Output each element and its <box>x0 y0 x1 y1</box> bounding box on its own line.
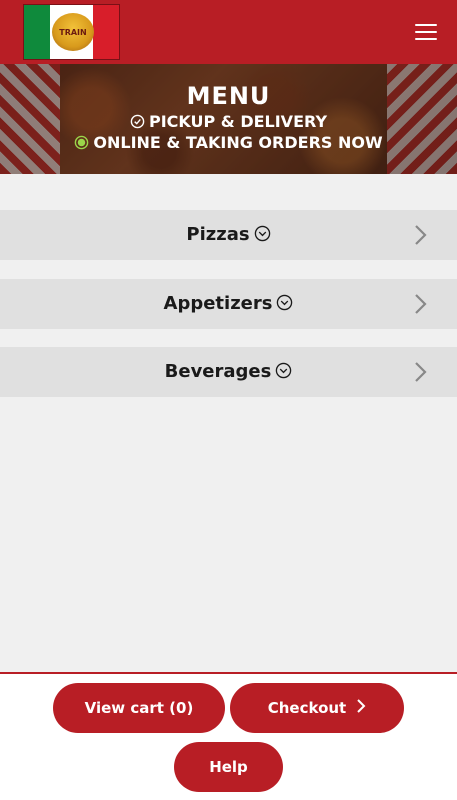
hamburger-menu-icon[interactable] <box>415 24 437 40</box>
check-circle-icon <box>130 114 145 133</box>
view-cart-button[interactable]: View cart (0) <box>53 683 225 733</box>
category-label: Beverages <box>164 361 272 382</box>
page-title: MENU <box>186 82 271 110</box>
checkout-button[interactable]: Checkout <box>230 683 404 733</box>
view-cart-label: View cart (0) <box>84 699 194 717</box>
flag-green-stripe <box>24 5 50 59</box>
category-label: Appetizers <box>163 293 273 314</box>
help-label: Help <box>209 758 248 776</box>
top-header: TRAIN <box>0 0 457 64</box>
category-pizzas[interactable]: Pizzas <box>0 210 457 260</box>
flag-white-stripe: TRAIN <box>50 5 94 59</box>
restaurant-logo[interactable]: TRAIN <box>23 4 120 60</box>
chevron-right-icon <box>415 225 427 245</box>
chevron-right-icon <box>356 698 366 718</box>
chevron-right-icon <box>415 294 427 314</box>
chevron-down-circle-icon <box>276 294 293 316</box>
pickup-delivery-text: PICKUP & DELIVERY <box>148 112 328 131</box>
online-status-dot-icon <box>74 135 89 154</box>
chevron-down-circle-icon <box>254 225 271 247</box>
checkout-label: Checkout <box>267 699 347 717</box>
category-label: Pizzas <box>186 224 250 245</box>
online-status-text: ONLINE & TAKING ORDERS NOW <box>93 133 383 152</box>
online-status-line: ONLINE & TAKING ORDERS NOW <box>0 133 457 154</box>
chevron-down-circle-icon <box>275 362 292 384</box>
flag-red-stripe <box>93 5 119 59</box>
pizza-badge-icon: TRAIN <box>52 13 94 51</box>
chevron-right-icon <box>415 362 427 382</box>
help-button[interactable]: Help <box>174 742 283 792</box>
category-appetizers[interactable]: Appetizers <box>0 279 457 329</box>
category-beverages[interactable]: Beverages <box>0 347 457 397</box>
pickup-delivery-line: PICKUP & DELIVERY <box>0 112 457 133</box>
